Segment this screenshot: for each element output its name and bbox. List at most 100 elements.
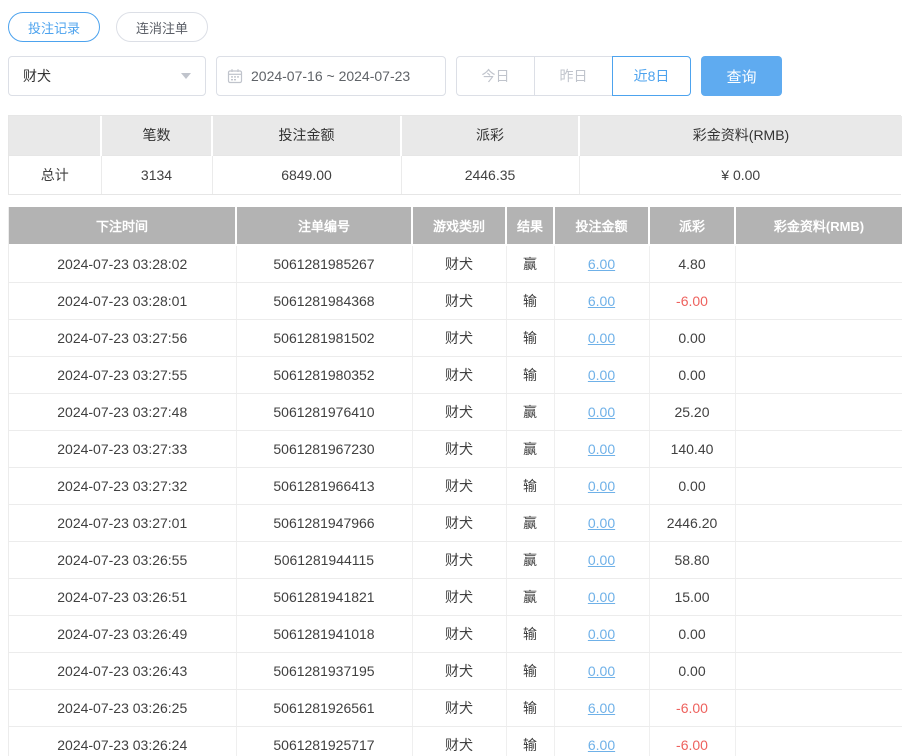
bet-time-cell: 2024-07-23 03:27:33 xyxy=(9,430,236,467)
table-row: 2024-07-23 03:26:515061281941821财犬赢0.001… xyxy=(9,578,902,615)
bonus-cell xyxy=(735,689,902,726)
table-row: 2024-07-23 03:26:495061281941018财犬输0.000… xyxy=(9,615,902,652)
bet-amount-link[interactable]: 0.00 xyxy=(588,589,615,605)
bet-amount-link[interactable]: 6.00 xyxy=(588,293,615,309)
bet-time-cell: 2024-07-23 03:27:55 xyxy=(9,356,236,393)
bet-time-cell: 2024-07-23 03:26:25 xyxy=(9,689,236,726)
bet-amount-link[interactable]: 0.00 xyxy=(588,663,615,679)
bet-id-cell: 5061281985267 xyxy=(236,245,412,282)
game-type-cell: 财犬 xyxy=(412,726,506,756)
summary-total-label: 总计 xyxy=(9,155,101,194)
bet-amount-link[interactable]: 6.00 xyxy=(588,737,615,753)
bet-id-cell: 5061281976410 xyxy=(236,393,412,430)
bonus-cell xyxy=(735,726,902,756)
today-button[interactable]: 今日 xyxy=(456,56,535,96)
bet-id-cell: 5061281941018 xyxy=(236,615,412,652)
records-header-row: 下注时间 注单编号 游戏类别 结果 投注金额 派彩 彩金资料(RMB) xyxy=(9,207,902,245)
header-result: 结果 xyxy=(506,207,554,245)
quick-date-group: 今日 昨日 近8日 xyxy=(456,56,691,96)
betting-records-page: 投注记录 连消注单 财犬 202 xyxy=(0,0,909,756)
bet-id-cell: 5061281944115 xyxy=(236,541,412,578)
summary-total-bonus: ¥ 0.00 xyxy=(579,155,902,194)
game-type-cell: 财犬 xyxy=(412,282,506,319)
bet-amount-cell: 0.00 xyxy=(554,356,649,393)
table-row: 2024-07-23 03:27:565061281981502财犬输0.000… xyxy=(9,319,902,356)
bet-amount-cell: 0.00 xyxy=(554,504,649,541)
filter-toolbar: 财犬 2024-07-16 ~ 2024-07-23 xyxy=(8,56,901,96)
payout-cell: 15.00 xyxy=(649,578,735,615)
payout-cell: 0.00 xyxy=(649,467,735,504)
result-cell: 输 xyxy=(506,689,554,726)
result-cell: 输 xyxy=(506,652,554,689)
bet-amount-cell: 0.00 xyxy=(554,467,649,504)
game-select-value: 财犬 xyxy=(23,66,51,86)
summary-header-row: 笔数 投注金额 派彩 彩金资料(RMB) xyxy=(9,116,902,155)
result-cell: 输 xyxy=(506,356,554,393)
tab-cancelled-bets[interactable]: 连消注单 xyxy=(116,12,208,42)
yesterday-button[interactable]: 昨日 xyxy=(534,56,613,96)
summary-header-bonus: 彩金资料(RMB) xyxy=(579,116,902,155)
result-cell: 赢 xyxy=(506,393,554,430)
bet-amount-cell: 6.00 xyxy=(554,689,649,726)
bet-id-cell: 5061281981502 xyxy=(236,319,412,356)
tab-betting-records[interactable]: 投注记录 xyxy=(8,12,100,42)
bonus-cell xyxy=(735,319,902,356)
chevron-down-icon xyxy=(181,73,191,79)
table-row: 2024-07-23 03:28:015061281984368财犬输6.00-… xyxy=(9,282,902,319)
game-type-cell: 财犬 xyxy=(412,356,506,393)
game-type-cell: 财犬 xyxy=(412,652,506,689)
header-bet-id: 注单编号 xyxy=(236,207,412,245)
game-type-cell: 财犬 xyxy=(412,430,506,467)
bet-amount-link[interactable]: 0.00 xyxy=(588,404,615,420)
calendar-icon xyxy=(227,68,243,84)
bet-time-cell: 2024-07-23 03:26:55 xyxy=(9,541,236,578)
table-row: 2024-07-23 03:27:485061281976410财犬赢0.002… xyxy=(9,393,902,430)
bonus-cell xyxy=(735,541,902,578)
table-row: 2024-07-23 03:26:245061281925717财犬输6.00-… xyxy=(9,726,902,756)
bonus-cell xyxy=(735,467,902,504)
table-row: 2024-07-23 03:28:025061281985267财犬赢6.004… xyxy=(9,245,902,282)
bonus-cell xyxy=(735,245,902,282)
payout-cell: -6.00 xyxy=(649,689,735,726)
bet-amount-link[interactable]: 0.00 xyxy=(588,515,615,531)
bet-amount-link[interactable]: 0.00 xyxy=(588,441,615,457)
game-type-cell: 财犬 xyxy=(412,578,506,615)
records-table: 下注时间 注单编号 游戏类别 结果 投注金额 派彩 彩金资料(RMB) 2024… xyxy=(8,207,901,756)
bet-amount-link[interactable]: 6.00 xyxy=(588,700,615,716)
bonus-cell xyxy=(735,356,902,393)
bet-amount-link[interactable]: 0.00 xyxy=(588,478,615,494)
search-button[interactable]: 查询 xyxy=(701,56,782,96)
bet-amount-link[interactable]: 0.00 xyxy=(588,367,615,383)
payout-cell: 0.00 xyxy=(649,356,735,393)
bet-id-cell: 5061281937195 xyxy=(236,652,412,689)
bet-amount-cell: 0.00 xyxy=(554,541,649,578)
bet-time-cell: 2024-07-23 03:26:43 xyxy=(9,652,236,689)
bet-amount-link[interactable]: 0.00 xyxy=(588,552,615,568)
game-type-cell: 财犬 xyxy=(412,245,506,282)
game-type-cell: 财犬 xyxy=(412,615,506,652)
bet-id-cell: 5061281966413 xyxy=(236,467,412,504)
payout-cell: 2446.20 xyxy=(649,504,735,541)
table-row: 2024-07-23 03:26:555061281944115财犬赢0.005… xyxy=(9,541,902,578)
top-tabs: 投注记录 连消注单 xyxy=(8,12,901,42)
bet-amount-cell: 6.00 xyxy=(554,282,649,319)
bet-amount-link[interactable]: 6.00 xyxy=(588,256,615,272)
game-select[interactable]: 财犬 xyxy=(8,56,206,96)
bet-id-cell: 5061281926561 xyxy=(236,689,412,726)
result-cell: 赢 xyxy=(506,578,554,615)
last-8-days-button[interactable]: 近8日 xyxy=(612,56,691,96)
date-range-input[interactable]: 2024-07-16 ~ 2024-07-23 xyxy=(216,56,446,96)
bet-amount-link[interactable]: 0.00 xyxy=(588,626,615,642)
bonus-cell xyxy=(735,282,902,319)
game-type-cell: 财犬 xyxy=(412,467,506,504)
summary-total-count: 3134 xyxy=(101,155,212,194)
summary-header-count: 笔数 xyxy=(101,116,212,155)
bonus-cell xyxy=(735,430,902,467)
summary-header-payout: 派彩 xyxy=(401,116,579,155)
bet-time-cell: 2024-07-23 03:27:01 xyxy=(9,504,236,541)
bet-amount-link[interactable]: 0.00 xyxy=(588,330,615,346)
bet-time-cell: 2024-07-23 03:28:01 xyxy=(9,282,236,319)
header-bonus: 彩金资料(RMB) xyxy=(735,207,902,245)
result-cell: 输 xyxy=(506,282,554,319)
payout-cell: -6.00 xyxy=(649,726,735,756)
